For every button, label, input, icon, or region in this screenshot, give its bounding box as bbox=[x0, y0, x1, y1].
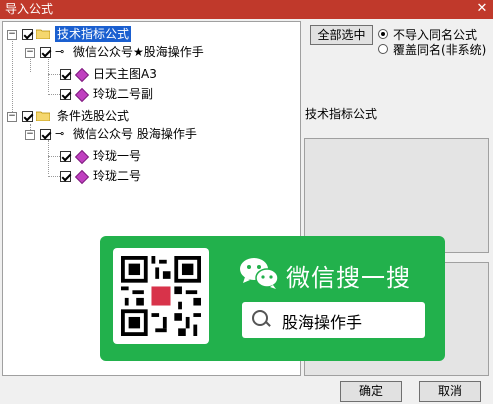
tree-line bbox=[48, 156, 60, 157]
formula-icon bbox=[74, 87, 90, 103]
formula-icon bbox=[74, 169, 90, 185]
tree-item[interactable]: 日天主图A3 bbox=[3, 66, 298, 83]
item-checkbox[interactable] bbox=[60, 151, 71, 162]
tree-node-group1[interactable]: − 技术指标公式 bbox=[3, 26, 298, 42]
item-label[interactable]: 玲珑一号 bbox=[93, 148, 141, 164]
formula-type-label: 技术指标公式 bbox=[305, 107, 378, 121]
item-checkbox[interactable] bbox=[60, 171, 71, 182]
item-label[interactable]: 玲珑二号副 bbox=[93, 86, 153, 102]
cancel-button[interactable]: 取消 bbox=[419, 381, 481, 402]
formula-icon bbox=[74, 149, 90, 165]
item-label[interactable]: 玲珑二号 bbox=[93, 168, 141, 184]
tree-node-author2[interactable]: − ⊸ 微信公众号 股海操作手 bbox=[3, 126, 298, 142]
folder-icon bbox=[36, 111, 50, 121]
qr-code bbox=[113, 248, 209, 344]
tree-item[interactable]: 玲珑二号 bbox=[3, 168, 298, 185]
key-icon: ⊸ bbox=[55, 45, 65, 58]
wechat-search-text: 股海操作手 bbox=[282, 313, 363, 332]
item-checkbox[interactable] bbox=[60, 89, 71, 100]
author1-label[interactable]: 微信公众号★股海操作手 bbox=[73, 44, 204, 60]
group1-label[interactable]: 技术指标公式 bbox=[55, 26, 132, 42]
collapse-icon[interactable]: − bbox=[25, 130, 35, 140]
group1-checkbox[interactable] bbox=[22, 29, 33, 40]
author2-label[interactable]: 微信公众号 股海操作手 bbox=[73, 126, 197, 142]
tree-line bbox=[48, 74, 60, 75]
collapse-icon[interactable]: − bbox=[7, 30, 17, 40]
item-label[interactable]: 日天主图A3 bbox=[93, 66, 157, 82]
group2-label[interactable]: 条件选股公式 bbox=[57, 108, 129, 124]
wechat-icon bbox=[240, 258, 279, 289]
wechat-search-banner: 微信搜一搜 股海操作手 bbox=[100, 236, 445, 361]
wechat-search-box: 股海操作手 bbox=[242, 302, 425, 338]
collapse-icon[interactable]: − bbox=[25, 48, 35, 58]
group2-checkbox[interactable] bbox=[22, 111, 33, 122]
tree-node-group2[interactable]: − 条件选股公式 bbox=[3, 108, 298, 124]
wechat-search-title: 微信搜一搜 bbox=[286, 264, 411, 292]
tree-item[interactable]: 玲珑二号副 bbox=[3, 86, 298, 103]
qr-code-image bbox=[121, 256, 201, 336]
skip-duplicates-radio[interactable] bbox=[378, 29, 388, 39]
item-checkbox[interactable] bbox=[60, 69, 71, 80]
author1-checkbox[interactable] bbox=[40, 47, 51, 58]
tree-line bbox=[48, 94, 60, 95]
title-bar: 导入公式 ✕ bbox=[0, 0, 493, 19]
author2-checkbox[interactable] bbox=[40, 129, 51, 140]
overwrite-radio[interactable] bbox=[378, 44, 388, 54]
key-icon: ⊸ bbox=[55, 127, 65, 140]
window-title: 导入公式 bbox=[5, 2, 54, 16]
overwrite-label[interactable]: 覆盖同名(非系统) bbox=[393, 41, 486, 58]
folder-icon bbox=[36, 29, 50, 39]
search-icon bbox=[252, 310, 268, 326]
close-icon[interactable]: ✕ bbox=[475, 2, 489, 16]
ok-button[interactable]: 确定 bbox=[340, 381, 402, 402]
tree-line bbox=[48, 176, 60, 177]
tree-node-author1[interactable]: − ⊸ 微信公众号★股海操作手 bbox=[3, 44, 298, 60]
tree-item[interactable]: 玲珑一号 bbox=[3, 148, 298, 165]
select-all-button[interactable]: 全部选中 bbox=[310, 25, 373, 45]
collapse-icon[interactable]: − bbox=[7, 112, 17, 122]
formula-icon bbox=[74, 67, 90, 83]
